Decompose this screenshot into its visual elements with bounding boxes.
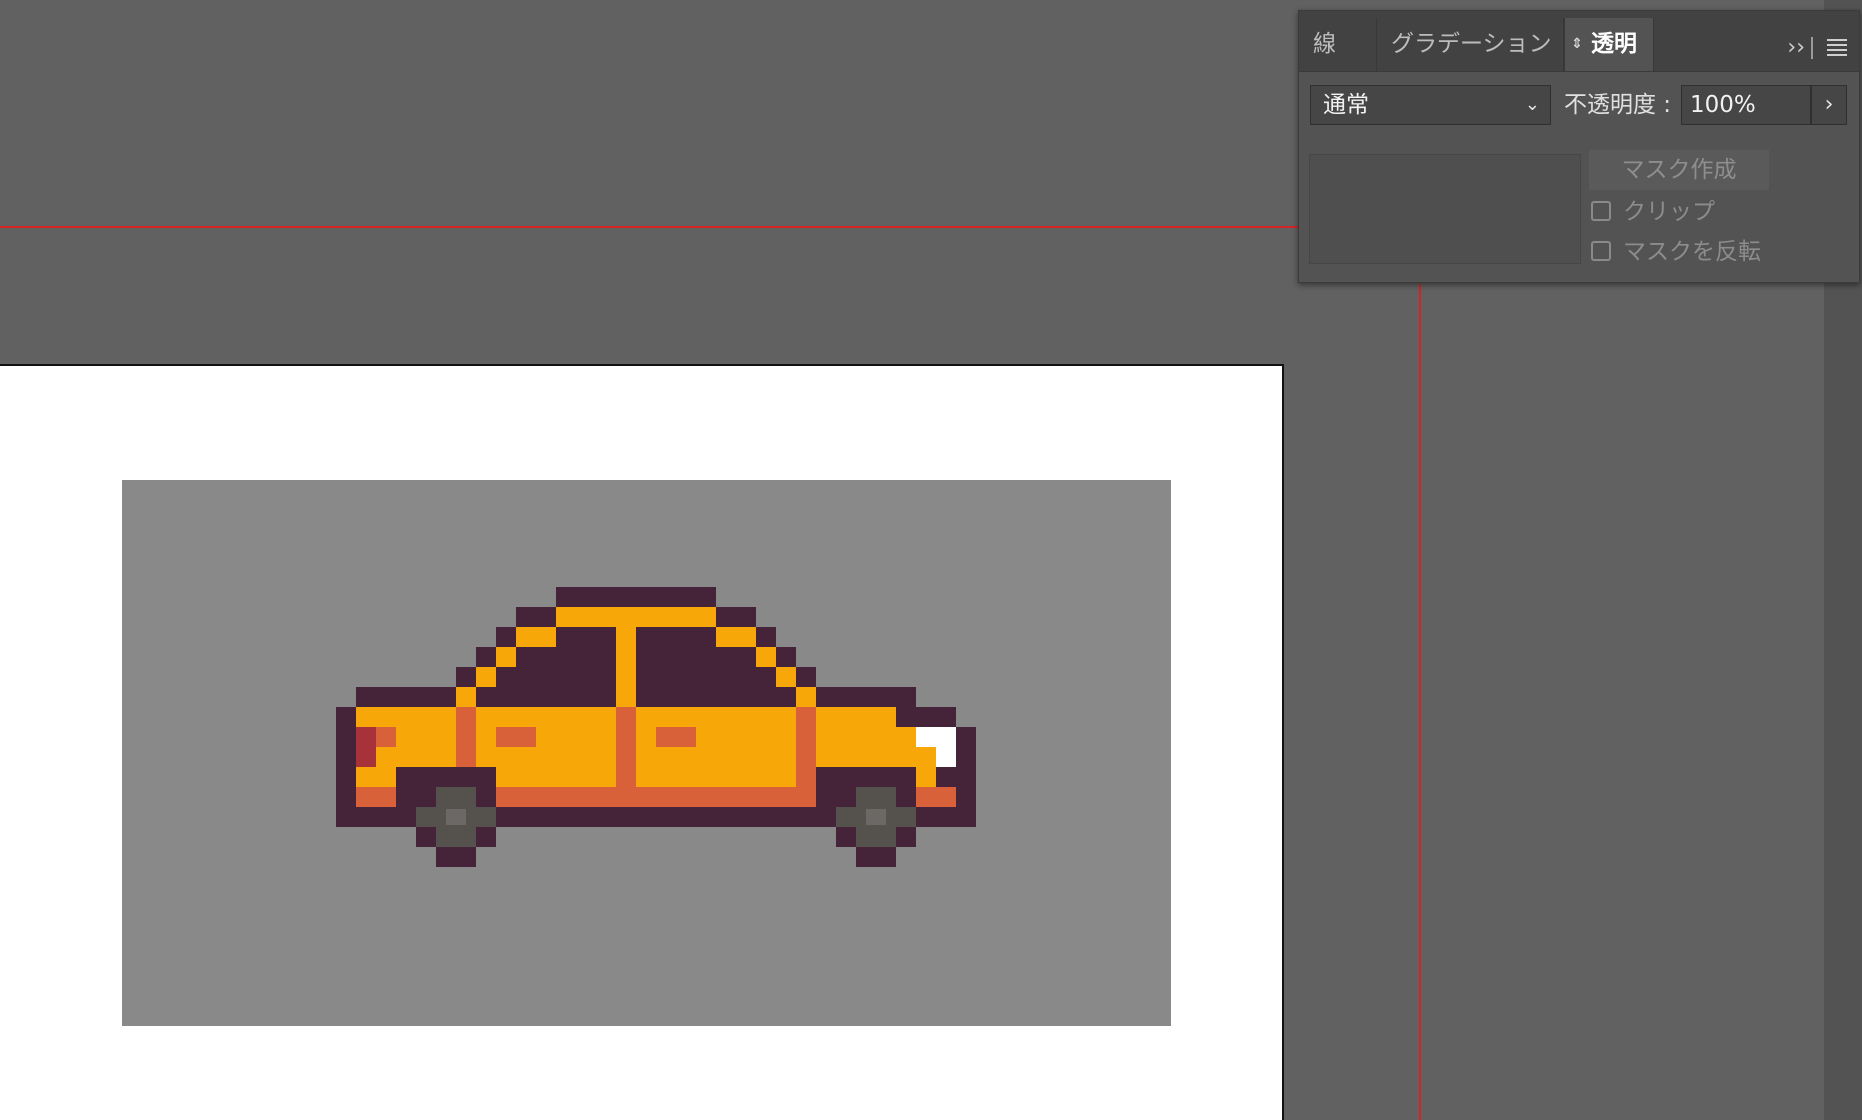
car-windshield-rear-trim-2 — [476, 667, 496, 687]
invert-mask-checkbox[interactable] — [1591, 240, 1611, 261]
opacity-slider-toggle[interactable]: › — [1811, 85, 1847, 125]
car-headlight-top — [916, 727, 936, 747]
tab-stroke[interactable]: 線 — [1299, 18, 1377, 71]
car-windshield-front-trim-2 — [776, 667, 796, 687]
hamburger-menu-icon[interactable] — [1827, 39, 1847, 59]
car-rear-door-handle — [496, 727, 536, 747]
clip-option[interactable]: クリップ — [1591, 197, 1715, 227]
updown-chevron-icon: ⇕ — [1571, 36, 1583, 52]
car-roof-top — [556, 587, 716, 607]
clip-checkbox[interactable] — [1591, 200, 1611, 221]
chevron-right-icon: › — [1824, 92, 1834, 117]
rear-wheel-hub — [446, 809, 466, 825]
front-wheel-bottom — [856, 847, 896, 867]
car-roof-right-trim — [716, 627, 756, 647]
blend-mode-select[interactable]: 通常 ⌄ — [1310, 85, 1551, 125]
car-roof-left-trim — [516, 627, 556, 647]
car-front-door-handle — [656, 727, 696, 747]
car-windshield-rear-trim-1 — [496, 647, 516, 667]
car-roof-trim — [556, 607, 716, 627]
make-mask-button[interactable]: マスク作成 — [1589, 150, 1769, 190]
rear-wheel-bottom — [436, 847, 476, 867]
car-door-line-middle — [616, 707, 636, 787]
mask-thumbnail[interactable] — [1309, 154, 1581, 264]
invert-mask-option[interactable]: マスクを反転 — [1591, 237, 1761, 267]
car-windshield-rear-trim-3 — [456, 687, 476, 707]
tab-transparency-label: 透明 — [1591, 31, 1637, 57]
double-chevron-right-icon[interactable]: ›› — [1787, 37, 1805, 59]
tab-transparency[interactable]: ⇕ 透明 — [1564, 18, 1654, 71]
tab-gradient-label: グラデーション — [1391, 31, 1552, 57]
make-mask-label: マスク作成 — [1621, 157, 1737, 183]
car-rear-bumper-trim — [376, 727, 396, 747]
car-taillight — [356, 727, 376, 767]
blend-mode-value: 通常 — [1323, 92, 1369, 118]
car-hood-outline — [896, 707, 936, 727]
opacity-value: 100% — [1690, 92, 1756, 118]
panel-separator — [1811, 37, 1813, 59]
car-door-line-front — [796, 707, 816, 787]
front-wheel-hub — [866, 809, 886, 825]
transparency-panel: 線 グラデーション ⇕ 透明 ›› 通常 ⌄ 不透明度 : 100% › マスク… — [1298, 10, 1860, 283]
car-headlight — [936, 727, 956, 767]
opacity-label: 不透明度 : — [1564, 92, 1672, 118]
invert-mask-label: マスクを反転 — [1623, 239, 1761, 265]
car-windshield-front-trim-1 — [756, 647, 776, 667]
clip-label: クリップ — [1623, 199, 1715, 225]
chevron-down-icon: ⌄ — [1524, 94, 1540, 115]
canvas-workspace[interactable]: 線 グラデーション ⇕ 透明 ›› 通常 ⌄ 不透明度 : 100% › マスク… — [0, 0, 1862, 1120]
tab-gradient[interactable]: グラデーション — [1377, 18, 1564, 71]
tab-stroke-label: 線 — [1313, 31, 1336, 57]
car-roof-pillar — [616, 627, 636, 707]
panel-tab-bar: 線 グラデーション ⇕ 透明 ›› — [1299, 11, 1859, 72]
car-windshield-front-trim-3 — [796, 687, 816, 707]
opacity-input[interactable]: 100% — [1681, 85, 1811, 125]
